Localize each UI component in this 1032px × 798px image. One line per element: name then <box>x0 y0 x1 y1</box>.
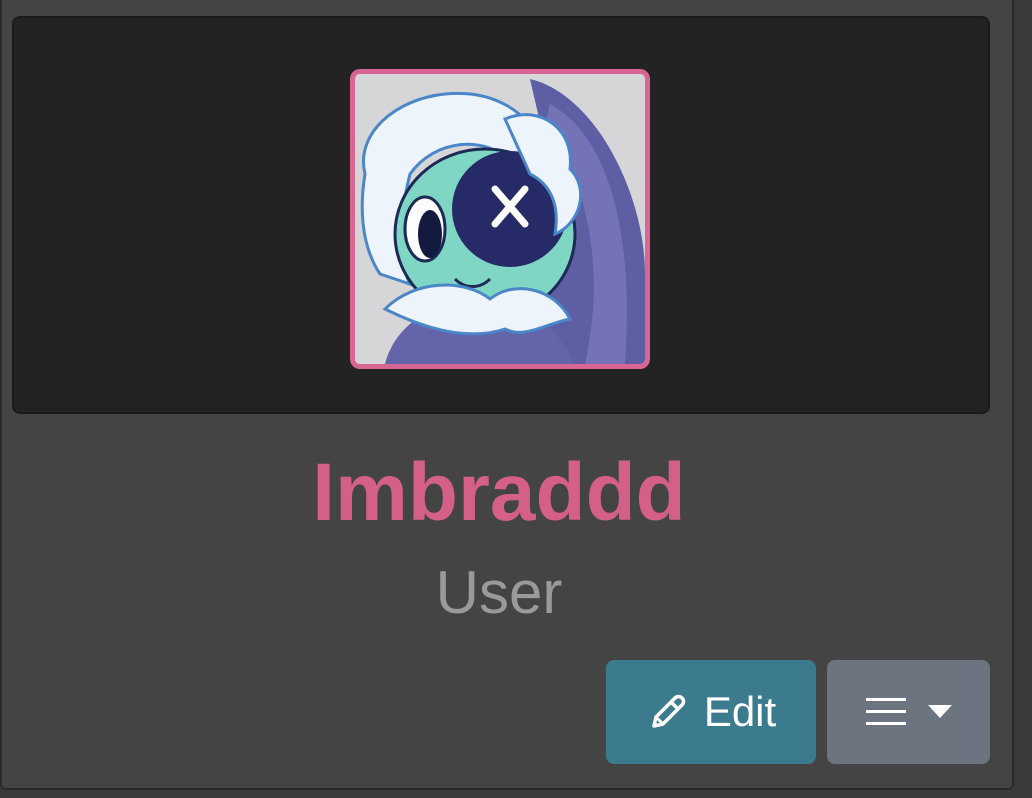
avatar-image <box>355 74 645 364</box>
hamburger-icon <box>865 698 906 725</box>
avatar[interactable] <box>350 69 650 369</box>
edit-button[interactable]: Edit <box>606 660 816 764</box>
edit-button-label: Edit <box>703 688 777 735</box>
caret-down-icon <box>927 705 952 718</box>
user-role: User <box>435 559 563 626</box>
username: Imbraddd <box>312 447 686 538</box>
pencil-icon <box>652 694 686 728</box>
more-actions-dropdown-button[interactable] <box>827 660 990 764</box>
